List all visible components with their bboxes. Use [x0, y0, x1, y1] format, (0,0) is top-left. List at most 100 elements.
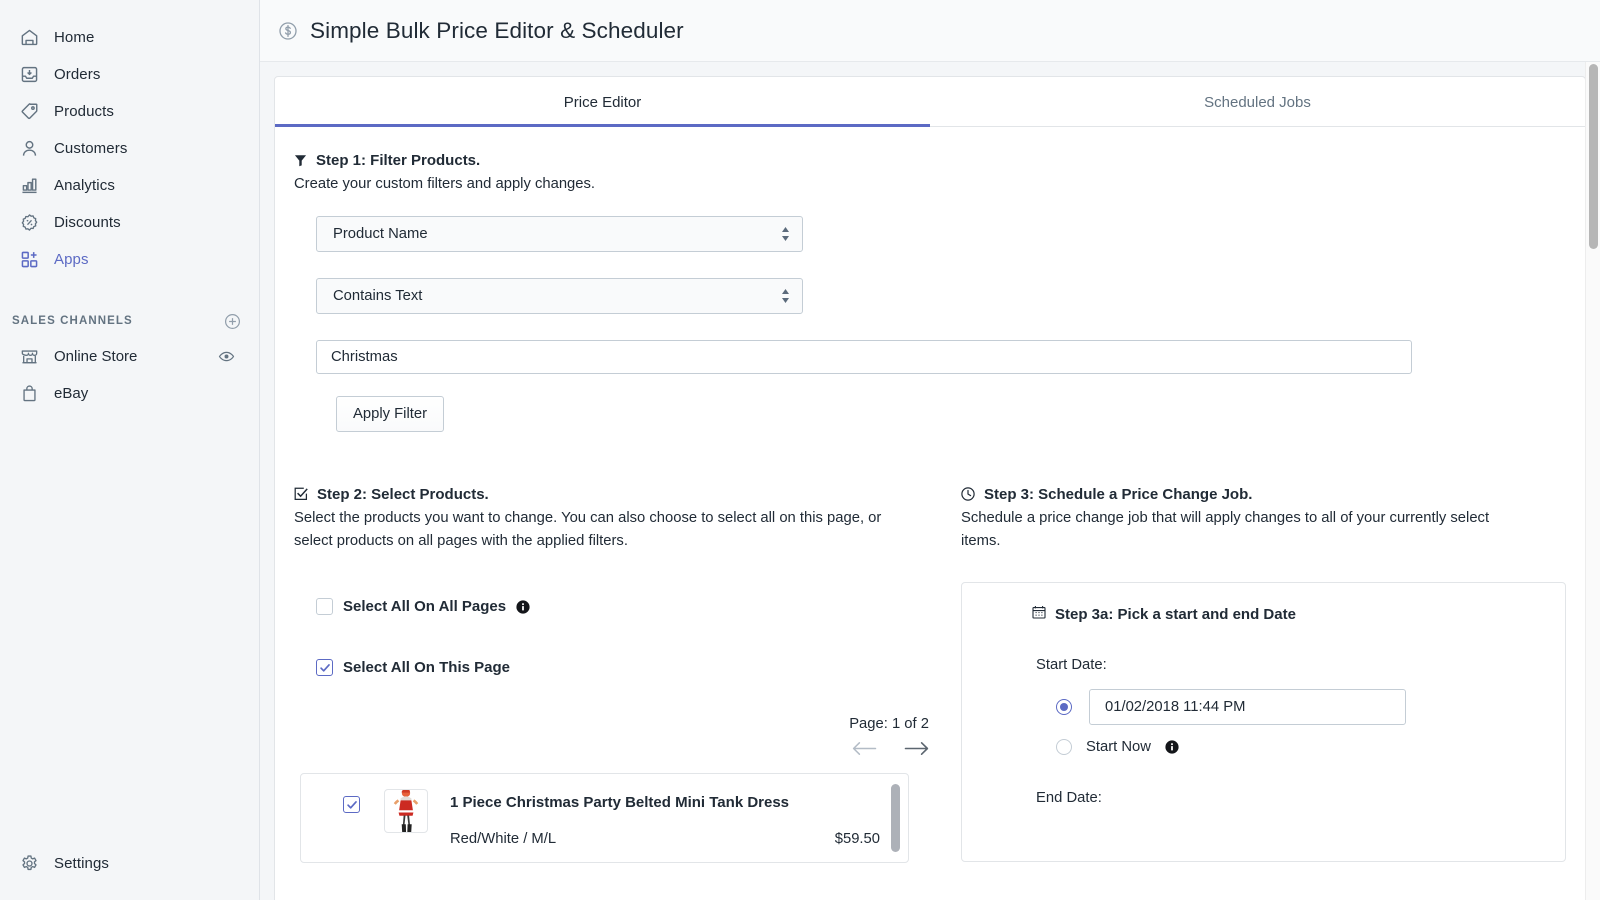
tab-label: Price Editor [563, 94, 642, 111]
step1-fields: Product Name Contains Text Christmas App… [294, 215, 1566, 432]
sidebar-item-label: Home [54, 28, 95, 46]
sales-channels-section-header: SALES CHANNELS [0, 304, 259, 338]
app-root: Home Orders Products Customers Analytics… [0, 0, 1600, 900]
apps-grid-plus-icon [18, 248, 40, 270]
filter-condition-value: Contains Text [333, 287, 423, 304]
product-list-item[interactable]: 1 Piece Christmas Party Belted Mini Tank… [300, 773, 909, 864]
dollar-circle-icon [277, 20, 299, 42]
select-all-this-page-label: Select All On This Page [343, 659, 510, 677]
step2-title: Step 2: Select Products. [317, 485, 489, 503]
select-all-this-page-row[interactable]: Select All On This Page [294, 659, 939, 677]
tab-price-editor[interactable]: Price Editor [275, 77, 930, 127]
plus-circle-icon[interactable] [224, 313, 241, 330]
pagination-text: Page: 1 of 2 [849, 716, 929, 733]
step1-header: Step 1: Filter Products. [294, 152, 1566, 169]
calendar-icon [1032, 605, 1046, 624]
sidebar-item-products[interactable]: Products [8, 93, 251, 129]
product-title: 1 Piece Christmas Party Belted Mini Tank… [450, 794, 790, 812]
step3a-card: Step 3a: Pick a start and end Date Start… [961, 582, 1566, 863]
sidebar-footer: Settings [0, 845, 259, 900]
filter-text-input[interactable]: Christmas [316, 339, 1412, 374]
clock-icon [961, 487, 975, 501]
sidebar-item-customers[interactable]: Customers [8, 130, 251, 166]
select-all-pages-row[interactable]: Select All On All Pages [294, 598, 939, 616]
sidebar-channel-online-store[interactable]: Online Store [8, 338, 251, 374]
tab-bar: Price Editor Scheduled Jobs [275, 77, 1585, 127]
product-price: $59.50 [834, 831, 880, 848]
start-now-label: Start Now [1086, 739, 1151, 756]
apply-filter-button[interactable]: Apply Filter [336, 395, 445, 432]
product-info: 1 Piece Christmas Party Belted Mini Tank… [450, 794, 908, 847]
sales-channels-title: SALES CHANNELS [12, 315, 133, 327]
apply-filter-label: Apply Filter [353, 405, 428, 422]
analytics-bars-icon [18, 174, 40, 196]
sidebar-item-label: Discounts [54, 213, 121, 231]
step3-header: Step 3: Schedule a Price Change Job. [961, 486, 1566, 503]
step1-title: Step 1: Filter Products. [316, 152, 481, 169]
filter-text-value: Christmas [331, 348, 398, 365]
tab-label: Scheduled Jobs [1204, 94, 1311, 111]
step2-column: Step 2: Select Products. Select the prod… [294, 485, 939, 864]
start-date-label: Start Date: [1036, 657, 1107, 674]
gear-icon [18, 852, 40, 874]
content-region: Price Editor Scheduled Jobs Step 1: Filt… [260, 62, 1600, 900]
discounts-percent-icon [18, 211, 40, 233]
pagination: Page: 1 of 2 [294, 716, 939, 757]
step3a-title: Step 3a: Pick a start and end Date [1055, 606, 1296, 624]
sidebar: Home Orders Products Customers Analytics… [0, 0, 260, 900]
sidebar-item-home[interactable]: Home [8, 19, 251, 55]
tab-scheduled-jobs[interactable]: Scheduled Jobs [930, 77, 1585, 126]
sidebar-item-analytics[interactable]: Analytics [8, 167, 251, 203]
sidebar-item-label: Settings [54, 854, 109, 872]
steps-columns: Step 2: Select Products. Select the prod… [294, 485, 1566, 864]
select-all-this-page-checkbox[interactable] [316, 659, 333, 677]
sidebar-channel-label: eBay [54, 384, 89, 402]
checkbox-square-icon [294, 487, 308, 501]
tab-panel-price-editor: Step 1: Filter Products. Create your cus… [275, 127, 1585, 864]
step3a-header: Step 3a: Pick a start and end Date [988, 605, 1539, 624]
bag-icon [18, 382, 40, 404]
sidebar-item-orders[interactable]: Orders [8, 56, 251, 92]
sidebar-item-label: Analytics [54, 176, 115, 194]
select-all-pages-checkbox[interactable] [316, 598, 333, 616]
start-date-input[interactable]: 01/02/2018 11:44 PM [1089, 689, 1406, 726]
storefront-icon [18, 345, 40, 367]
sidebar-item-settings[interactable]: Settings [8, 845, 251, 881]
scrollbar-thumb[interactable] [1589, 64, 1598, 249]
products-tag-icon [18, 100, 40, 122]
updown-caret-icon [781, 288, 790, 303]
arrow-right-icon[interactable] [904, 740, 929, 757]
sidebar-channel-ebay[interactable]: eBay [8, 375, 251, 411]
step3-title: Step 3: Schedule a Price Change Job. [984, 485, 1253, 503]
sidebar-item-label: Customers [54, 139, 128, 157]
start-now-option-row[interactable]: Start Now [988, 739, 1539, 756]
sidebar-item-label: Orders [54, 65, 101, 83]
sidebar-item-discounts[interactable]: Discounts [8, 204, 251, 240]
filter-field-select[interactable]: Product Name [316, 215, 803, 252]
app-header: Simple Bulk Price Editor & Scheduler [260, 0, 1600, 62]
page-vertical-scrollbar[interactable] [1585, 62, 1600, 900]
start-date-option-row[interactable]: 01/02/2018 11:44 PM [988, 689, 1539, 726]
start-date-radio[interactable] [1056, 699, 1072, 716]
product-select-checkbox[interactable] [343, 796, 360, 814]
step1-description: Create your custom filters and apply cha… [294, 176, 596, 192]
product-variant-row: Red/White / M/L $59.50 [450, 831, 880, 847]
sidebar-item-label: Apps [54, 250, 89, 268]
product-variant: Red/White / M/L [450, 831, 557, 848]
step2-description: Select the products you want to change. … [294, 509, 882, 550]
info-circle-icon[interactable] [516, 599, 530, 614]
main-card: Price Editor Scheduled Jobs Step 1: Filt… [274, 76, 1586, 900]
arrow-left-icon[interactable] [852, 740, 877, 757]
home-icon [18, 26, 40, 48]
start-now-radio[interactable] [1056, 739, 1072, 756]
main-area: Simple Bulk Price Editor & Scheduler Pri… [260, 0, 1600, 900]
step3-column: Step 3: Schedule a Price Change Job. Sch… [939, 486, 1566, 863]
eye-icon[interactable] [218, 348, 235, 365]
product-list-scrollbar[interactable] [891, 784, 900, 853]
step3-description: Schedule a price change job that will ap… [961, 509, 1490, 550]
sidebar-item-apps[interactable]: Apps [8, 241, 251, 277]
info-circle-icon[interactable] [1165, 740, 1179, 754]
sidebar-primary-nav: Home Orders Products Customers Analytics… [0, 0, 259, 278]
filter-condition-select[interactable]: Contains Text [316, 277, 803, 314]
start-date-value: 01/02/2018 11:44 PM [1105, 699, 1246, 716]
